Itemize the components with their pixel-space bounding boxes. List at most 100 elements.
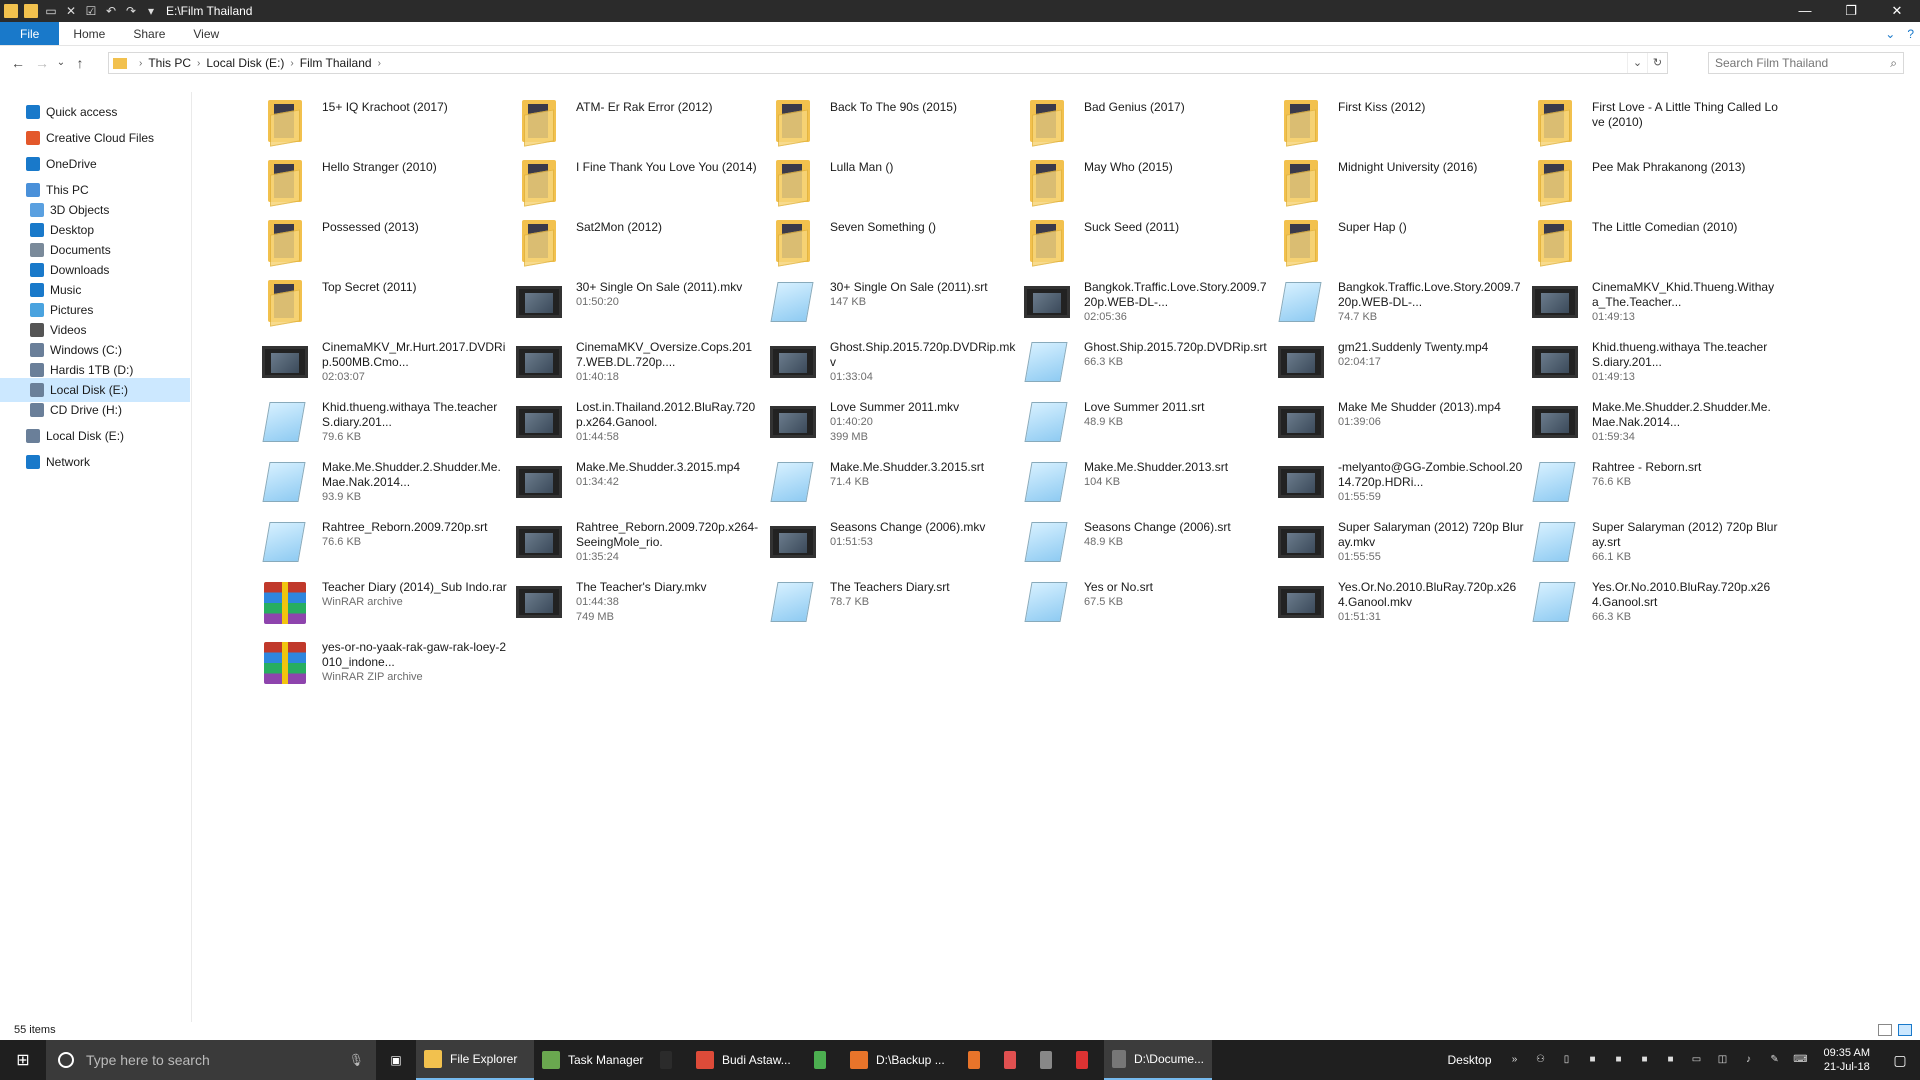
help-icon[interactable]: ?: [1907, 22, 1914, 46]
file-item[interactable]: The Teacher's Diary.mkv 01:44:38 749 MB: [514, 574, 768, 632]
taskbar-app-button[interactable]: [960, 1040, 996, 1080]
chevron-right-icon[interactable]: ›: [290, 58, 293, 69]
chevron-right-icon[interactable]: ›: [139, 58, 142, 69]
minimize-button[interactable]: —: [1782, 0, 1828, 22]
close-button[interactable]: ✕: [1874, 0, 1920, 22]
taskbar-app-button[interactable]: [996, 1040, 1032, 1080]
taskbar-app-button[interactable]: File Explorer: [416, 1040, 534, 1080]
taskbar-app-button[interactable]: D:\Docume...: [1104, 1040, 1212, 1080]
start-button[interactable]: ⊞: [0, 1040, 46, 1080]
folder-item[interactable]: Super Hap (): [1276, 214, 1530, 272]
taskbar-app-button[interactable]: [652, 1040, 688, 1080]
file-item[interactable]: Ghost.Ship.2015.720p.DVDRip.srt 66.3 KB: [1022, 334, 1276, 392]
taskbar-search[interactable]: Type here to search 🎙: [46, 1040, 376, 1080]
tab-view[interactable]: View: [179, 22, 233, 45]
folder-item[interactable]: Suck Seed (2011): [1022, 214, 1276, 272]
tab-share[interactable]: Share: [119, 22, 179, 45]
new-folder-icon[interactable]: [24, 4, 38, 18]
chevron-right-icon[interactable]: ›: [378, 58, 381, 69]
breadcrumb-local-disk[interactable]: Local Disk (E:): [206, 56, 284, 70]
folder-item[interactable]: Back To The 90s (2015): [768, 94, 1022, 152]
folder-item[interactable]: Pee Mak Phrakanong (2013): [1530, 154, 1784, 212]
tab-file[interactable]: File: [0, 22, 60, 45]
taskbar-app-button[interactable]: [1068, 1040, 1104, 1080]
nav-item[interactable]: Network: [0, 450, 190, 474]
toolbar-overflow-icon[interactable]: »: [1507, 1052, 1523, 1068]
file-item[interactable]: Rahtree_Reborn.2009.720p.srt 76.6 KB: [260, 514, 514, 572]
folder-item[interactable]: I Fine Thank You Love You (2014): [514, 154, 768, 212]
recent-locations-icon[interactable]: ⌄: [54, 51, 68, 75]
volume-icon[interactable]: ♪: [1741, 1052, 1757, 1068]
tray-app-icon[interactable]: ■: [1611, 1052, 1627, 1068]
details-view-icon[interactable]: [1878, 1024, 1892, 1036]
back-button[interactable]: ←: [6, 51, 30, 75]
microphone-icon[interactable]: 🎙: [349, 1053, 364, 1067]
up-button[interactable]: ↑: [68, 51, 92, 75]
folder-item[interactable]: First Love - A Little Thing Called Love …: [1530, 94, 1784, 152]
file-item[interactable]: Yes.Or.No.2010.BluRay.720p.x264.Ganool.m…: [1276, 574, 1530, 632]
file-item[interactable]: Seasons Change (2006).srt 48.9 KB: [1022, 514, 1276, 572]
file-item[interactable]: Rahtree_Reborn.2009.720p.x264-SeeingMole…: [514, 514, 768, 572]
folder-item[interactable]: Top Secret (2011): [260, 274, 514, 332]
taskbar-app-button[interactable]: [806, 1040, 842, 1080]
refresh-icon[interactable]: ↻: [1647, 53, 1667, 73]
pen-icon[interactable]: ✎: [1767, 1052, 1783, 1068]
folder-icon[interactable]: [4, 4, 18, 18]
properties-icon[interactable]: ▭: [44, 4, 58, 18]
file-item[interactable]: 30+ Single On Sale (2011).mkv 01:50:20: [514, 274, 768, 332]
tray-app-icon[interactable]: ■: [1663, 1052, 1679, 1068]
folder-item[interactable]: Bad Genius (2017): [1022, 94, 1276, 152]
taskbar-app-button[interactable]: Budi Astaw...: [688, 1040, 806, 1080]
keyboard-icon[interactable]: ⌨: [1793, 1052, 1809, 1068]
clock[interactable]: 09:35 AM 21-Jul-18: [1824, 1046, 1870, 1074]
file-item[interactable]: Make.Me.Shudder.2.Shudder.Me.Mae.Nak.201…: [1530, 394, 1784, 452]
file-item[interactable]: Make.Me.Shudder.3.2015.mp4 01:34:42: [514, 454, 768, 512]
file-item[interactable]: Bangkok.Traffic.Love.Story.2009.720p.WEB…: [1022, 274, 1276, 332]
battery-icon[interactable]: ▭: [1689, 1052, 1705, 1068]
maximize-button[interactable]: ❐: [1828, 0, 1874, 22]
tiles-view-icon[interactable]: [1898, 1024, 1912, 1036]
address-bar[interactable]: › This PC › Local Disk (E:) › Film Thail…: [108, 52, 1668, 74]
folder-item[interactable]: Hello Stranger (2010): [260, 154, 514, 212]
network-tray-icon[interactable]: ◫: [1715, 1052, 1731, 1068]
tray-app-icon[interactable]: ■: [1585, 1052, 1601, 1068]
search-input[interactable]: [1715, 56, 1891, 70]
taskbar-app-button[interactable]: Task Manager: [534, 1040, 652, 1080]
checkmark-icon[interactable]: ☑: [84, 4, 98, 18]
file-item[interactable]: Teacher Diary (2014)_Sub Indo.rar WinRAR …: [260, 574, 514, 632]
redo-icon[interactable]: ↷: [124, 4, 138, 18]
file-item[interactable]: Khid.thueng.withaya The.teacher S.diary.…: [1530, 334, 1784, 392]
folder-item[interactable]: Midnight University (2016): [1276, 154, 1530, 212]
file-item[interactable]: Make.Me.Shudder.3.2015.srt 71.4 KB: [768, 454, 1022, 512]
delete-icon[interactable]: ✕: [64, 4, 78, 18]
file-item[interactable]: yes-or-no-yaak-rak-gaw-rak-loey-2010_ind…: [260, 634, 514, 692]
file-item[interactable]: 30+ Single On Sale (2011).srt 147 KB: [768, 274, 1022, 332]
taskbar-app-button[interactable]: D:\Backup ...: [842, 1040, 960, 1080]
address-dropdown-icon[interactable]: ⌄: [1627, 53, 1647, 73]
tab-home[interactable]: Home: [59, 22, 119, 45]
search-box[interactable]: ⌕: [1708, 52, 1904, 74]
taskbar-app-button[interactable]: [1032, 1040, 1068, 1080]
file-item[interactable]: Love Summer 2011.mkv 01:40:20 399 MB: [768, 394, 1022, 452]
breadcrumb-film-thailand[interactable]: Film Thailand: [300, 56, 372, 70]
folder-item[interactable]: First Kiss (2012): [1276, 94, 1530, 152]
file-item[interactable]: Yes.Or.No.2010.BluRay.720p.x264.Ganool.s…: [1530, 574, 1784, 632]
folder-item[interactable]: Seven Something (): [768, 214, 1022, 272]
nav-item[interactable]: Local Disk (E:): [0, 424, 190, 448]
folder-item[interactable]: Sat2Mon (2012): [514, 214, 768, 272]
file-item[interactable]: Ghost.Ship.2015.720p.DVDRip.mkv 01:33:04: [768, 334, 1022, 392]
file-item[interactable]: The Teachers Diary.srt 78.7 KB: [768, 574, 1022, 632]
folder-item[interactable]: 15+ IQ Krachoot (2017): [260, 94, 514, 152]
file-item[interactable]: Seasons Change (2006).mkv 01:51:53: [768, 514, 1022, 572]
chevron-right-icon[interactable]: ›: [197, 58, 200, 69]
undo-icon[interactable]: ↶: [104, 4, 118, 18]
desktop-toolbar[interactable]: Desktop: [1437, 1053, 1501, 1067]
folder-item[interactable]: Lulla Man (): [768, 154, 1022, 212]
nav-item[interactable]: Creative Cloud Files: [0, 126, 190, 150]
folder-item[interactable]: The Little Comedian (2010): [1530, 214, 1784, 272]
file-item[interactable]: Rahtree - Reborn.srt 76.6 KB: [1530, 454, 1784, 512]
file-item[interactable]: Yes or No.srt 67.5 KB: [1022, 574, 1276, 632]
file-item[interactable]: Love Summer 2011.srt 48.9 KB: [1022, 394, 1276, 452]
tablet-icon[interactable]: ▯: [1559, 1052, 1575, 1068]
nav-item[interactable]: OneDrive: [0, 152, 190, 176]
